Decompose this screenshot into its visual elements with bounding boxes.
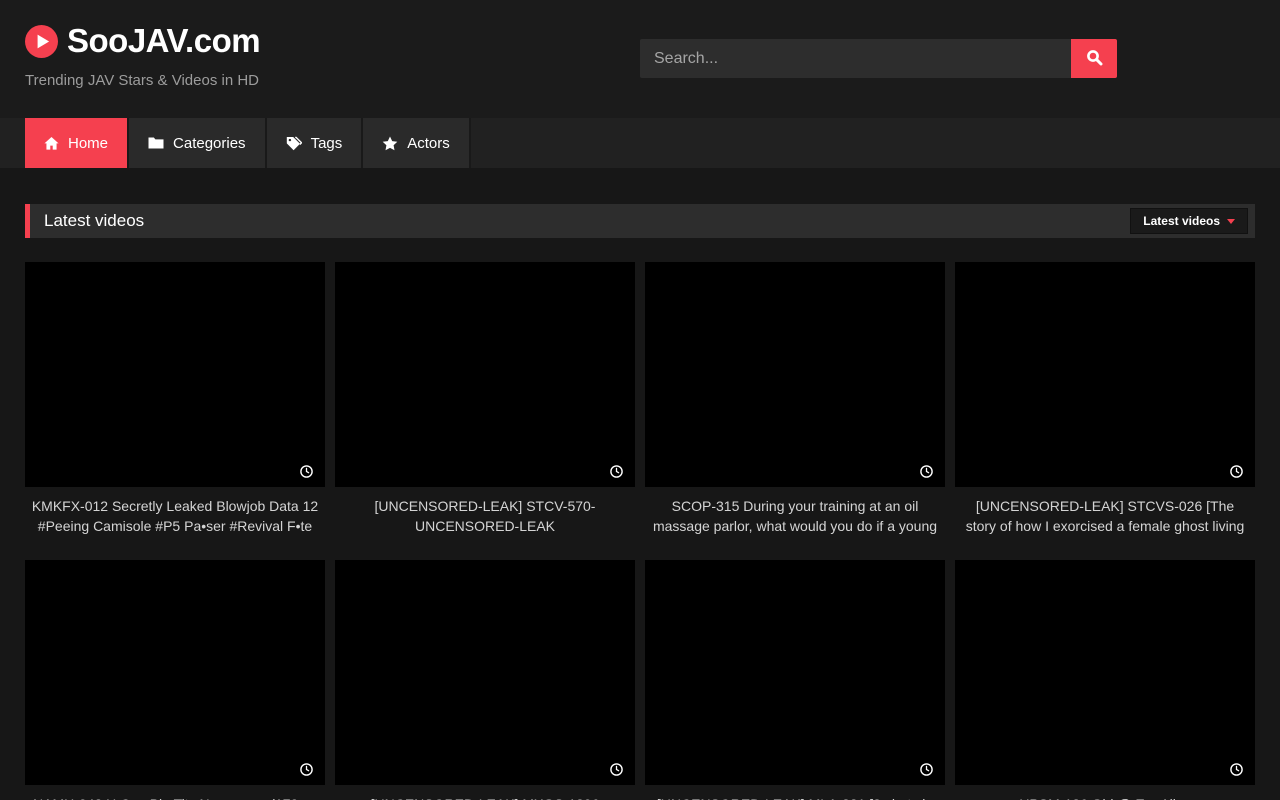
section-title: Latest videos [30, 211, 144, 231]
video-title[interactable]: [UNCENSORED-LEAK] MXGS-1296 Absolutely [335, 785, 635, 800]
video-title[interactable]: SCOP-315 During your training at an oil … [645, 487, 945, 536]
video-thumbnail[interactable] [25, 262, 325, 487]
nav-item-label: Home [68, 135, 108, 152]
video-title[interactable]: [UNCENSORED-LEAK] MLA-231 [3 shots in [645, 785, 945, 800]
video-card[interactable]: SCOP-315 During your training at an oil … [645, 262, 945, 536]
clock-icon [300, 465, 313, 478]
video-thumbnail[interactable] [335, 262, 635, 487]
home-icon [44, 136, 59, 151]
nav-item-tags[interactable]: Tags [267, 118, 364, 168]
tag-icon [286, 136, 302, 151]
video-title[interactable]: UPSM-186 Girl @ Era Alice [955, 785, 1255, 800]
nav-item-label: Actors [407, 135, 450, 152]
nav-item-label: Tags [311, 135, 343, 152]
video-thumbnail[interactable] [955, 262, 1255, 487]
folder-icon [148, 136, 164, 150]
video-card[interactable]: [UNCENSORED-LEAK] MLA-231 [3 shots in [645, 560, 945, 800]
video-thumbnail[interactable] [645, 560, 945, 785]
nav-item-home[interactable]: Home [25, 118, 129, 168]
video-thumbnail[interactable] [25, 560, 325, 785]
video-card[interactable]: [UNCENSORED-LEAK] MXGS-1296 Absolutely [335, 560, 635, 800]
nav-item-categories[interactable]: Categories [129, 118, 267, 168]
nav-item-actors[interactable]: Actors [363, 118, 471, 168]
clock-icon [1230, 465, 1243, 478]
clock-icon [610, 763, 623, 776]
latest-videos-section-header: Latest videos Latest videos [25, 204, 1255, 238]
search-button[interactable] [1071, 39, 1117, 78]
site-logo[interactable]: SooJAV.com [25, 22, 260, 60]
video-thumbnail[interactable] [955, 560, 1255, 785]
video-title[interactable]: [UNCENSORED-LEAK] STCV-570-UNCENSORED-LE… [335, 487, 635, 536]
video-card[interactable]: [UNCENSORED-LEAK] STCVS-026 [The story o… [955, 262, 1255, 536]
video-title[interactable]: [UNCENSORED-LEAK] STCVS-026 [The story o… [955, 487, 1255, 536]
video-thumbnail[interactable] [335, 560, 635, 785]
sort-dropdown-label: Latest videos [1143, 214, 1220, 228]
site-tagline: Trending JAV Stars & Videos in HD [25, 72, 259, 89]
star-icon [382, 136, 398, 151]
play-circle-icon [25, 25, 58, 58]
search-icon [1086, 49, 1103, 69]
main-nav: Home Categories Tags Actors [0, 118, 1280, 168]
video-thumbnail[interactable] [645, 262, 945, 487]
site-header: SooJAV.com Trending JAV Stars & Videos i… [0, 0, 1280, 118]
nav-item-label: Categories [173, 135, 246, 152]
video-title[interactable]: NAMH-042 H Cup Big Tits Newcomer (170cm … [25, 785, 325, 800]
site-title: SooJAV.com [67, 22, 260, 60]
clock-icon [920, 465, 933, 478]
search-bar [640, 39, 1117, 78]
search-input[interactable] [640, 39, 1071, 78]
caret-down-icon [1227, 219, 1235, 224]
video-card[interactable]: NAMH-042 H Cup Big Tits Newcomer (170cm … [25, 560, 325, 800]
video-card[interactable]: KMKFX-012 Secretly Leaked Blowjob Data 1… [25, 262, 325, 536]
clock-icon [920, 763, 933, 776]
video-card[interactable]: UPSM-186 Girl @ Era Alice [955, 560, 1255, 800]
video-card[interactable]: [UNCENSORED-LEAK] STCV-570-UNCENSORED-LE… [335, 262, 635, 536]
clock-icon [1230, 763, 1243, 776]
video-title[interactable]: KMKFX-012 Secretly Leaked Blowjob Data 1… [25, 487, 325, 536]
video-grid: KMKFX-012 Secretly Leaked Blowjob Data 1… [25, 262, 1255, 800]
sort-dropdown[interactable]: Latest videos [1130, 208, 1248, 234]
clock-icon [610, 465, 623, 478]
clock-icon [300, 763, 313, 776]
